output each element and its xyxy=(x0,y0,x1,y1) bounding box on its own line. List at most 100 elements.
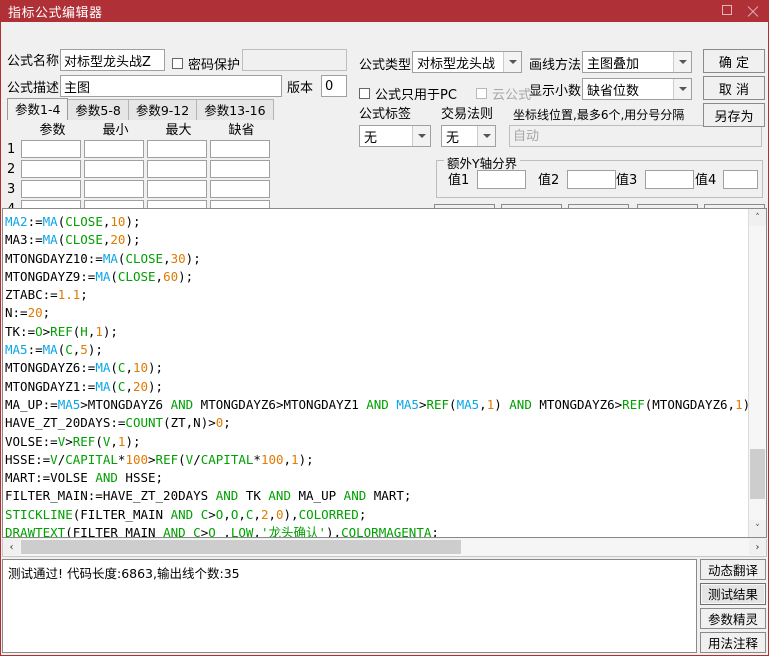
column-header-max: 最大 xyxy=(165,123,192,138)
value3-label: 值3 xyxy=(616,173,638,188)
code-text-area[interactable]: MA2:=MA(CLOSE,10); MA3:=MA(CLOSE,20); MT… xyxy=(3,209,748,537)
cloud-formula-label: 云公式 xyxy=(492,88,532,103)
param-row-1: 1 xyxy=(7,140,284,158)
password-protect-checkbox[interactable]: 密码保护 xyxy=(172,54,240,73)
form-panel: 公式名称 密码保护 公式描述 版本 参数1-4 参数5-8 参数9-12 参数1… xyxy=(1,22,768,225)
cloud-formula-checkbox[interactable]: 云公式 xyxy=(476,84,531,103)
param-wizard-button[interactable]: 参数精灵 xyxy=(700,607,766,629)
show-decimal-label: 显示小数 xyxy=(529,84,582,99)
value4-input[interactable] xyxy=(723,170,758,189)
version-input[interactable] xyxy=(321,75,347,97)
column-header-param: 参数 xyxy=(39,123,66,138)
param-3-min-input[interactable] xyxy=(84,180,144,198)
scroll-up-icon[interactable]: ˄ xyxy=(749,209,766,226)
param-1-min-input[interactable] xyxy=(84,140,144,158)
formula-tag-label: 公式标签 xyxy=(359,107,412,122)
param-row-2: 2 xyxy=(7,160,284,178)
show-decimal-value: 缺省位数 xyxy=(587,83,640,99)
scroll-down-icon[interactable]: ˅ xyxy=(749,520,766,537)
test-result-button[interactable]: 测试结果 xyxy=(700,583,766,605)
tab-params-9-12[interactable]: 参数9-12 xyxy=(127,99,198,120)
pc-only-label: 公式只用于PC xyxy=(375,88,457,103)
param-3-default-input[interactable] xyxy=(210,180,270,198)
draw-method-select[interactable]: 主图叠加 xyxy=(582,51,692,73)
bottom-panel: 测试通过! 代码长度:6863,输出线个数:35 动态翻译 测试结果 参数精灵 … xyxy=(1,557,768,655)
checkbox-box xyxy=(476,88,487,99)
checkbox-box xyxy=(359,88,370,99)
param-1-name-input[interactable] xyxy=(21,140,81,158)
horizontal-scroll-thumb[interactable] xyxy=(21,540,461,554)
chevron-down-icon[interactable] xyxy=(477,126,495,146)
password-input[interactable] xyxy=(242,49,347,71)
tab-params-5-8[interactable]: 参数5-8 xyxy=(67,99,129,120)
param-row-index: 3 xyxy=(7,181,16,197)
indicator-formula-editor-window: 指标公式编辑器 公式名称 密码保护 公式描述 版本 参数1-4 参数5-8 参数… xyxy=(0,0,769,656)
value1-input[interactable] xyxy=(477,170,526,189)
param-2-min-input[interactable] xyxy=(84,160,144,178)
side-button-group: 动态翻译 测试结果 参数精灵 用法注释 xyxy=(700,559,767,653)
maximize-icon[interactable] xyxy=(722,5,735,18)
scroll-left-icon[interactable]: ‹ xyxy=(3,539,20,555)
param-2-max-input[interactable] xyxy=(147,160,207,178)
code-editor[interactable]: MA2:=MA(CLOSE,10); MA3:=MA(CLOSE,20); MT… xyxy=(2,208,767,538)
formula-name-input[interactable] xyxy=(60,49,165,71)
param-1-max-input[interactable] xyxy=(147,140,207,158)
param-3-name-input[interactable] xyxy=(21,180,81,198)
cancel-button[interactable]: 取 消 xyxy=(703,76,765,100)
coord-line-input[interactable] xyxy=(509,125,762,147)
value3-input[interactable] xyxy=(645,170,694,189)
draw-method-value: 主图叠加 xyxy=(587,56,640,72)
formula-tag-select[interactable]: 无 xyxy=(359,125,431,147)
extra-y-axis-group: 额外Y轴分界 值1 值2 值3 值4 xyxy=(436,153,763,198)
version-label: 版本 xyxy=(287,81,314,96)
chevron-down-icon[interactable] xyxy=(503,52,521,72)
formula-name-label: 公式名称 xyxy=(7,54,60,69)
tab-params-13-16[interactable]: 参数13-16 xyxy=(196,99,274,120)
draw-method-label: 画线方法 xyxy=(529,58,582,73)
vertical-scroll-thumb[interactable] xyxy=(750,449,765,499)
coord-line-label: 坐标线位置,最多6个,用分号分隔 xyxy=(513,108,685,122)
param-grid: 参数 最小 最大 缺省 1 2 3 xyxy=(7,119,284,218)
value2-label: 值2 xyxy=(538,173,560,188)
title-bar: 指标公式编辑器 xyxy=(1,1,768,22)
param-3-max-input[interactable] xyxy=(147,180,207,198)
formula-desc-input[interactable] xyxy=(60,75,282,97)
dynamic-translate-button[interactable]: 动态翻译 xyxy=(700,559,766,581)
usage-note-button[interactable]: 用法注释 xyxy=(700,631,766,653)
param-2-name-input[interactable] xyxy=(21,160,81,178)
chevron-down-icon[interactable] xyxy=(673,52,691,72)
pc-only-checkbox[interactable]: 公式只用于PC xyxy=(359,84,457,103)
editor-horizontal-scrollbar[interactable]: ‹ › xyxy=(2,539,767,557)
formula-type-select[interactable]: 对标型龙头战 xyxy=(412,51,522,73)
param-2-default-input[interactable] xyxy=(210,160,270,178)
trade-rule-label: 交易法则 xyxy=(441,107,494,122)
formula-type-label: 公式类型 xyxy=(359,58,412,73)
param-row-3: 3 xyxy=(7,180,284,198)
test-result-output[interactable]: 测试通过! 代码长度:6863,输出线个数:35 xyxy=(2,559,697,653)
formula-type-value: 对标型龙头战 xyxy=(417,56,496,72)
scroll-right-icon[interactable]: › xyxy=(749,539,766,555)
editor-vertical-scrollbar[interactable]: ˄ ˅ xyxy=(748,209,766,537)
tab-params-1-4[interactable]: 参数1-4 xyxy=(7,98,69,120)
code-content: MA2:=MA(CLOSE,10); MA3:=MA(CLOSE,20); MT… xyxy=(5,214,748,537)
value2-input[interactable] xyxy=(567,170,616,189)
trade-rule-value: 无 xyxy=(446,130,460,146)
show-decimal-select[interactable]: 缺省位数 xyxy=(582,78,692,100)
column-header-min: 最小 xyxy=(102,123,129,138)
value1-label: 值1 xyxy=(448,173,470,188)
checkbox-box xyxy=(172,58,183,69)
param-1-default-input[interactable] xyxy=(210,140,270,158)
param-tab-strip: 参数1-4 参数5-8 参数9-12 参数13-16 xyxy=(7,98,274,120)
chevron-down-icon[interactable] xyxy=(412,126,430,146)
value4-label: 值4 xyxy=(695,173,717,188)
ok-button[interactable]: 确 定 xyxy=(703,49,765,73)
chevron-down-icon[interactable] xyxy=(673,79,691,99)
test-result-message: 测试通过! 代码长度:6863,输出线个数:35 xyxy=(8,566,240,581)
trade-rule-select[interactable]: 无 xyxy=(441,125,496,147)
window-title: 指标公式编辑器 xyxy=(8,6,103,21)
param-row-index: 2 xyxy=(7,161,16,177)
close-icon[interactable] xyxy=(746,5,759,18)
save-as-button[interactable]: 另存为 xyxy=(703,103,765,127)
param-grid-header: 参数 最小 最大 缺省 xyxy=(7,119,284,138)
column-header-default: 缺省 xyxy=(228,123,255,138)
